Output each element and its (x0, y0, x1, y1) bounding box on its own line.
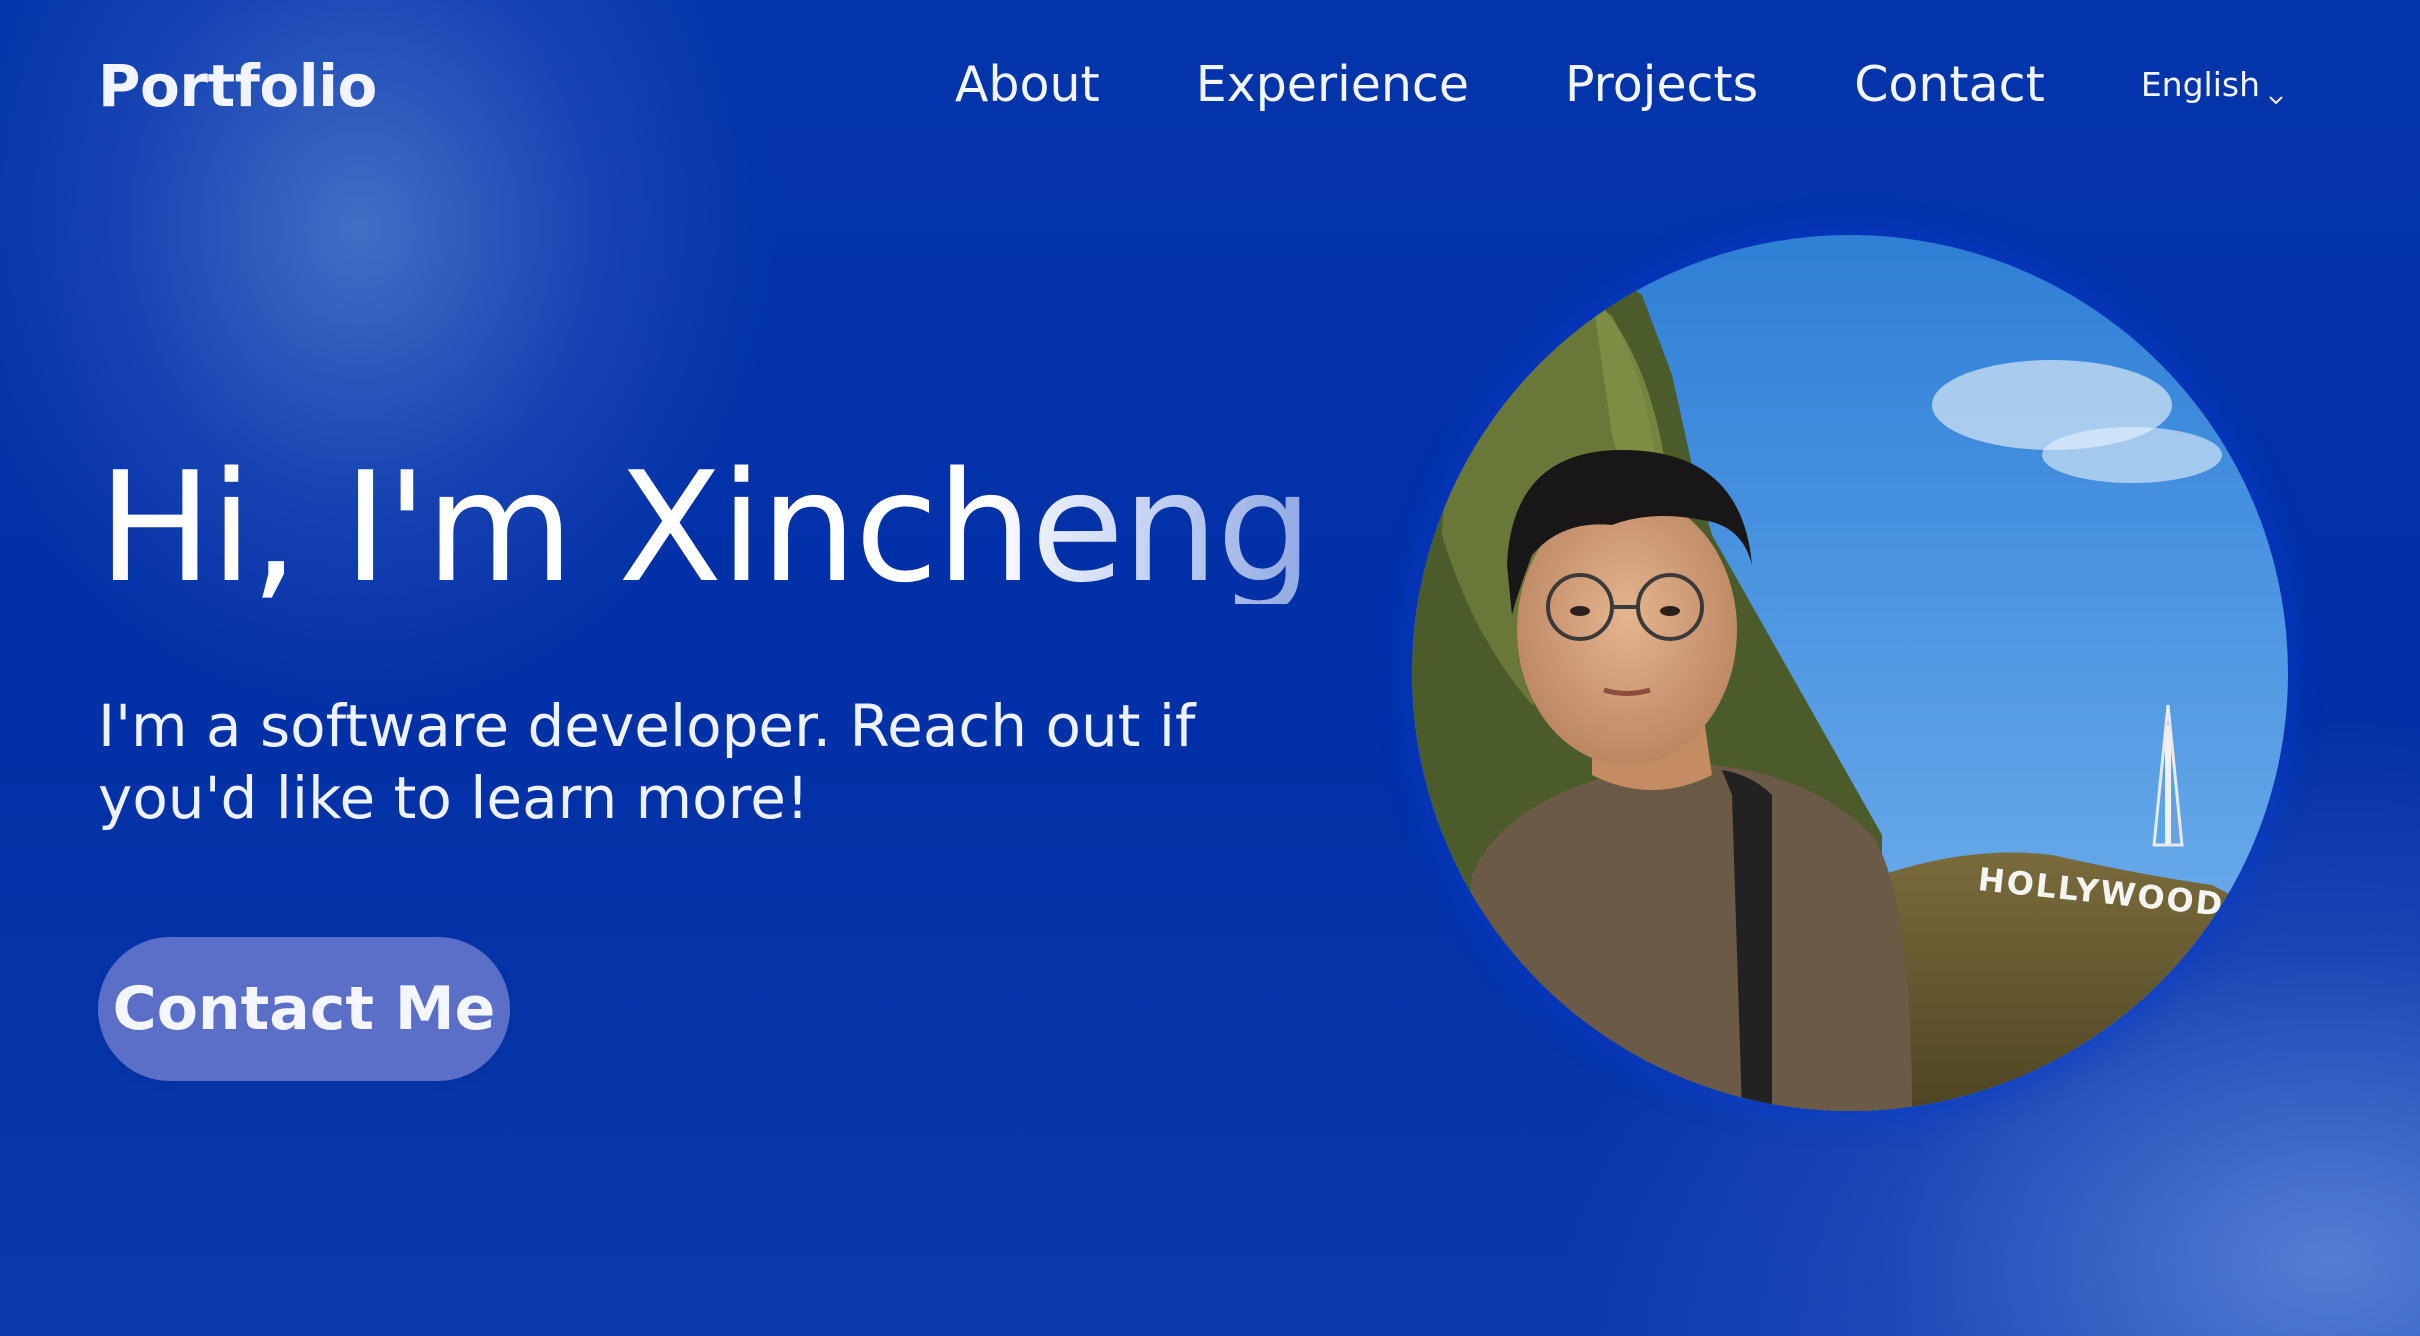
nav-links: About Experience Projects Contact Englis… (955, 56, 2420, 113)
hero-subtitle: I'm a software developer. Reach out if y… (98, 692, 1196, 832)
nav-link-contact[interactable]: Contact (1854, 56, 2045, 113)
nav-link-experience[interactable]: Experience (1196, 56, 1469, 113)
profile-photo: HOLLYWOOD (1412, 235, 2288, 1111)
chevron-down-icon (2268, 77, 2284, 104)
nav-link-projects[interactable]: Projects (1565, 56, 1758, 113)
language-label: English (2140, 65, 2260, 104)
nav-link-about[interactable]: About (955, 56, 1100, 113)
contact-me-button[interactable]: Contact Me (98, 937, 510, 1081)
language-selector[interactable]: English (2141, 65, 2284, 104)
hero-title: Hi, I'm Xincheng (98, 439, 1313, 616)
navbar: Portfolio About Experience Projects Cont… (0, 0, 2420, 175)
brand-logo[interactable]: Portfolio (98, 52, 377, 120)
